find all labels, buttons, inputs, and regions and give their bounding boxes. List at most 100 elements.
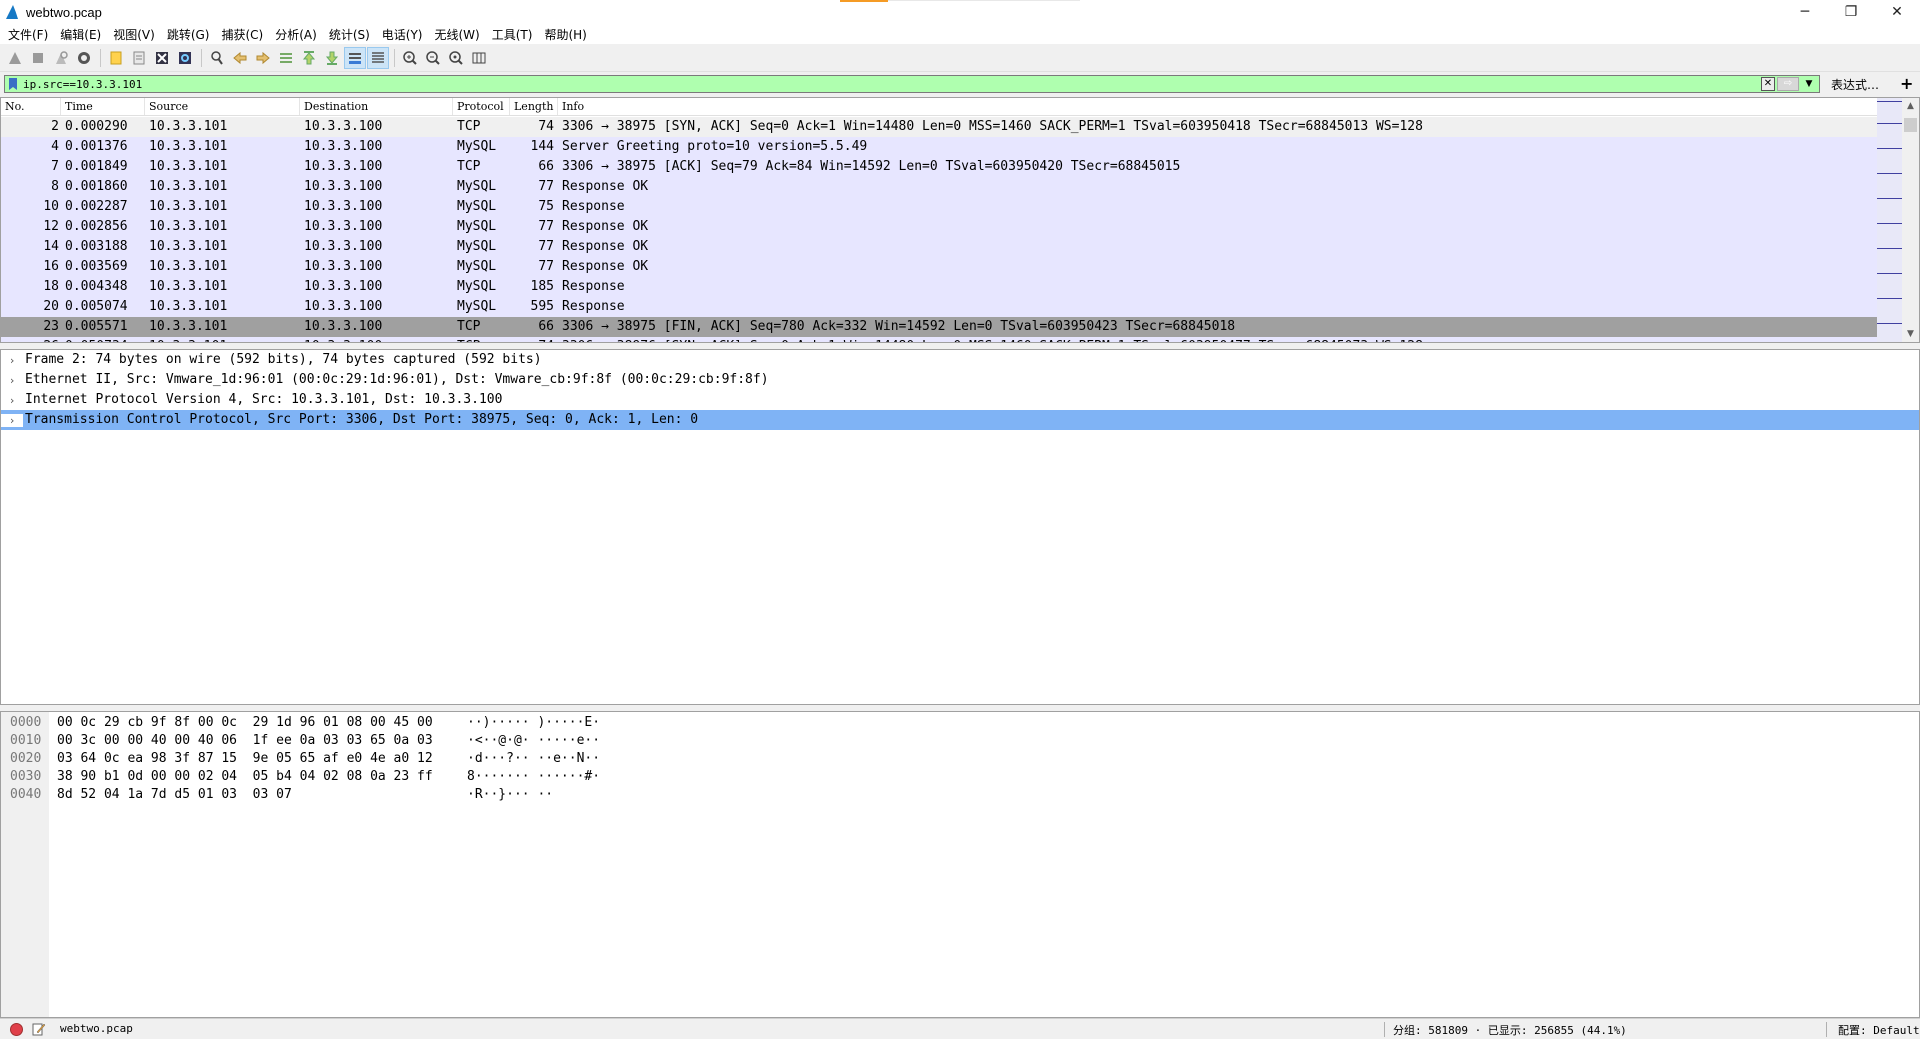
detail-row-tcp[interactable]: › Transmission Control Protocol, Src Por…: [1, 410, 1919, 430]
save-file-icon[interactable]: [128, 47, 150, 69]
go-first-icon[interactable]: [298, 47, 320, 69]
packet-row[interactable]: 2 0.000290 10.3.3.101 10.3.3.100 TCP 74 3306 →…: [1, 117, 1879, 137]
status-profile[interactable]: 配置: Default: [1838, 1022, 1920, 1038]
menu-go[interactable]: 跳转(G): [161, 26, 216, 43]
column-header-length[interactable]: Length: [510, 98, 558, 115]
byte-offset[interactable]: 0030: [1, 768, 49, 786]
find-packet-icon[interactable]: [206, 47, 228, 69]
go-back-icon[interactable]: [229, 47, 251, 69]
menu-capture[interactable]: 捕获(C): [215, 26, 269, 43]
clear-filter-icon[interactable]: ✕: [1761, 77, 1775, 91]
chevron-right-icon[interactable]: ›: [1, 354, 23, 367]
minimize-button[interactable]: ─: [1782, 0, 1828, 24]
packet-row[interactable]: 18 0.004348 10.3.3.101 10.3.3.100 MySQL 185 Re…: [1, 277, 1879, 297]
packet-row[interactable]: 16 0.003569 10.3.3.101 10.3.3.100 MySQL 77 Res…: [1, 257, 1879, 277]
resize-columns-icon[interactable]: [468, 47, 490, 69]
byte-ascii[interactable]: ·R··}··· ··: [459, 786, 553, 804]
reload-file-icon[interactable]: [174, 47, 196, 69]
scrollbar-thumb[interactable]: [1904, 118, 1917, 132]
column-header-protocol[interactable]: Protocol: [453, 98, 510, 115]
byte-ascii[interactable]: 8······· ······#·: [459, 768, 600, 786]
byte-offset[interactable]: 0010: [1, 732, 49, 750]
open-file-icon[interactable]: [105, 47, 127, 69]
menu-tools[interactable]: 工具(T): [486, 26, 539, 43]
packet-list-scrollbar[interactable]: ▲ ▼: [1902, 98, 1919, 342]
packet-row[interactable]: 23 0.005571 10.3.3.101 10.3.3.100 TCP 66 3306 …: [1, 317, 1879, 337]
expert-info-icon[interactable]: [10, 1023, 23, 1036]
stop-capture-icon[interactable]: [27, 47, 49, 69]
menu-file[interactable]: 文件(F): [2, 26, 54, 43]
restart-capture-icon[interactable]: [50, 47, 72, 69]
column-header-source[interactable]: Source: [145, 98, 300, 115]
start-capture-icon[interactable]: [4, 47, 26, 69]
byte-ascii[interactable]: ·<··@·@· ·····e··: [459, 732, 600, 750]
packet-protocol: TCP: [457, 319, 481, 334]
menu-wireless[interactable]: 无线(W): [429, 26, 486, 43]
packet-row[interactable]: 4 0.001376 10.3.3.101 10.3.3.100 MySQL 144 Ser…: [1, 137, 1879, 157]
filter-value[interactable]: ip.src==10.3.3.101: [23, 78, 142, 91]
packet-row[interactable]: 12 0.002856 10.3.3.101 10.3.3.100 MySQL 77 Res…: [1, 217, 1879, 237]
byte-offset[interactable]: 0040: [1, 786, 49, 804]
packet-row[interactable]: 7 0.001849 10.3.3.101 10.3.3.100 TCP 66 3306 →…: [1, 157, 1879, 177]
detail-row-frame[interactable]: › Frame 2: 74 bytes on wire (592 bits), …: [1, 350, 1919, 370]
menu-analyze[interactable]: 分析(A): [269, 26, 323, 43]
zoom-in-icon[interactable]: [399, 47, 421, 69]
packet-minimap[interactable]: [1877, 98, 1902, 342]
packet-time: 0.004348: [65, 279, 128, 294]
column-header-info[interactable]: Info: [558, 98, 1879, 115]
packet-row[interactable]: 260.05073410.3.3.10110.3.3.100TCP743306 …: [1, 337, 1879, 342]
byte-offset[interactable]: 0020: [1, 750, 49, 768]
menu-view[interactable]: 视图(V): [107, 26, 161, 43]
byte-ascii[interactable]: ··)····· )·····E·: [459, 714, 600, 732]
go-to-packet-icon[interactable]: [275, 47, 297, 69]
colorize-icon[interactable]: [367, 46, 389, 69]
chevron-right-icon[interactable]: ›: [1, 394, 23, 407]
chevron-down-icon[interactable]: ▼: [1802, 77, 1816, 91]
normal-size-icon[interactable]: [445, 47, 467, 69]
menu-statistics[interactable]: 统计(S): [323, 26, 376, 43]
add-filter-button[interactable]: +: [1900, 74, 1913, 93]
packet-row[interactable]: 20 0.005074 10.3.3.101 10.3.3.100 MySQL 595 Re…: [1, 297, 1879, 317]
scroll-up-icon[interactable]: ▲: [1902, 98, 1919, 114]
detail-row-ipv4[interactable]: › Internet Protocol Version 4, Src: 10.3…: [1, 390, 1919, 410]
zoom-out-icon[interactable]: [422, 47, 444, 69]
scroll-down-icon[interactable]: ▼: [1902, 326, 1919, 342]
close-file-icon[interactable]: [151, 47, 173, 69]
capture-options-icon[interactable]: [73, 47, 95, 69]
menu-help[interactable]: 帮助(H): [538, 26, 592, 43]
close-button[interactable]: ✕: [1874, 0, 1920, 24]
detail-text: Transmission Control Protocol, Src Port:…: [25, 412, 699, 427]
packet-info: 3306 → 38975 [ACK] Seq=79 Ack=84 Win=145…: [562, 159, 1181, 174]
go-forward-icon[interactable]: [252, 47, 274, 69]
byte-hex[interactable]: 03 64 0c ea 98 3f 87 15 9e 05 65 af e0 4…: [49, 750, 459, 768]
packet-row[interactable]: 14 0.003188 10.3.3.101 10.3.3.100 MySQL 77 Res…: [1, 237, 1879, 257]
filter-expression-button[interactable]: 表达式…: [1831, 76, 1879, 93]
column-header-no[interactable]: No.: [1, 98, 61, 115]
column-header-destination[interactable]: Destination: [300, 98, 453, 115]
packet-no: 7: [51, 159, 59, 174]
packet-length: 144: [530, 139, 554, 154]
detail-row-ethernet[interactable]: › Ethernet II, Src: Vmware_1d:96:01 (00:…: [1, 370, 1919, 390]
restore-button[interactable]: ❐: [1828, 0, 1874, 24]
bookmark-icon[interactable]: [7, 77, 19, 91]
byte-offset[interactable]: 0000: [1, 714, 49, 732]
byte-ascii[interactable]: ·d···?·· ··e··N··: [459, 750, 600, 768]
column-header-time[interactable]: Time: [61, 98, 145, 115]
byte-hex[interactable]: 8d 52 04 1a 7d d5 01 03 03 07: [49, 786, 459, 804]
byte-hex[interactable]: 38 90 b1 0d 00 00 02 04 05 b4 04 02 08 0…: [49, 768, 459, 786]
packet-row[interactable]: 8 0.001860 10.3.3.101 10.3.3.100 MySQL 77 Resp…: [1, 177, 1879, 197]
go-last-icon[interactable]: [321, 47, 343, 69]
packet-row[interactable]: 10 0.002287 10.3.3.101 10.3.3.100 MySQL 75 Res…: [1, 197, 1879, 217]
packet-info: Response: [562, 279, 625, 294]
autoscroll-icon[interactable]: [344, 46, 366, 69]
chevron-right-icon[interactable]: ›: [1, 413, 23, 427]
packet-info: 3306 → 38975 [SYN, ACK] Seq=0 Ack=1 Win=…: [562, 119, 1423, 134]
menu-telephony[interactable]: 电话(Y): [376, 26, 429, 43]
display-filter-input[interactable]: ip.src==10.3.3.101 ✕ ⇨ ▼: [4, 75, 1820, 93]
byte-hex[interactable]: 00 3c 00 00 40 00 40 06 1f ee 0a 03 03 6…: [49, 732, 459, 750]
capture-comment-icon[interactable]: [32, 1022, 46, 1036]
apply-filter-icon[interactable]: ⇨: [1777, 77, 1799, 91]
byte-hex[interactable]: 00 0c 29 cb 9f 8f 00 0c 29 1d 96 01 08 0…: [49, 714, 459, 732]
menu-edit[interactable]: 编辑(E): [54, 26, 107, 43]
chevron-right-icon[interactable]: ›: [1, 374, 23, 387]
